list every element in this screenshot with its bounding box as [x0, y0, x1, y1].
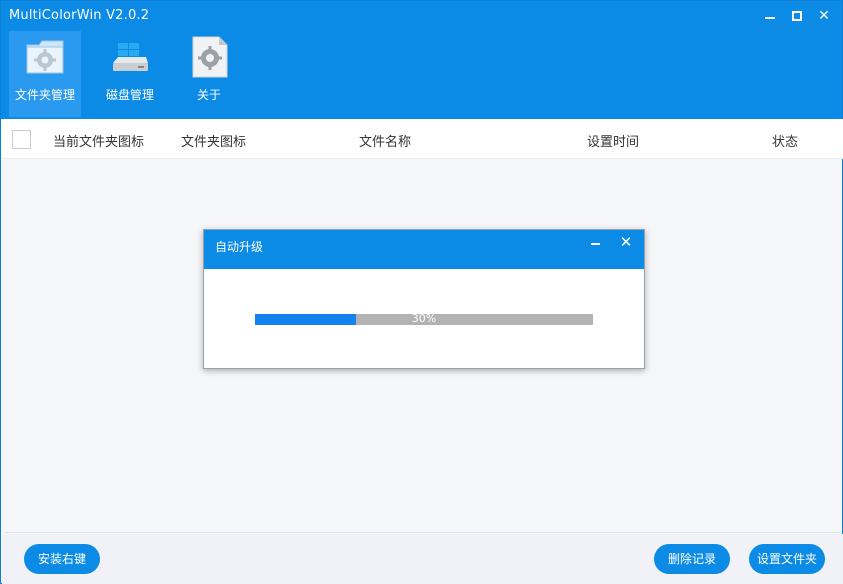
dialog-minimize-button[interactable]: [587, 234, 603, 250]
nav-item-disk-management[interactable]: 磁盘管理: [94, 31, 166, 117]
select-all-checkbox[interactable]: [12, 130, 31, 149]
table-header: 当前文件夹图标 文件夹图标 文件名称 设置时间 状态: [2, 119, 843, 159]
nav-label-about: 关于: [196, 88, 221, 102]
close-button[interactable]: ✕: [813, 5, 835, 27]
footer-bar: 安装右键 删除记录 设置文件夹: [2, 534, 843, 584]
column-header-current-folder-icon[interactable]: 当前文件夹图标: [53, 131, 144, 150]
nav-label-disk-management: 磁盘管理: [105, 88, 154, 102]
app-title: MultiColorWin V2.0.2: [9, 8, 150, 23]
disk-drive-icon: [113, 43, 148, 71]
title-toolbar: MultiColorWin V2.0.2 ✕ 文件夹管理 磁盘管理 关于: [1, 1, 842, 119]
folder-gear-icon: [26, 40, 64, 74]
column-header-file-name[interactable]: 文件名称: [359, 131, 411, 150]
set-folder-button[interactable]: 设置文件夹: [749, 544, 825, 574]
column-header-set-time[interactable]: 设置时间: [587, 131, 639, 150]
maximize-icon: [792, 11, 802, 21]
column-header-status[interactable]: 状态: [772, 131, 798, 150]
progress-text: 30%: [411, 312, 437, 325]
install-context-menu-button[interactable]: 安装右键: [24, 544, 100, 574]
dialog-title: 自动升级: [215, 240, 264, 254]
update-progress-bar: 30%: [255, 312, 593, 325]
nav-item-folder-management[interactable]: 文件夹管理: [9, 31, 81, 117]
close-icon: ✕: [619, 233, 633, 251]
nav-item-about[interactable]: 关于: [173, 31, 245, 117]
minimize-button[interactable]: [759, 5, 781, 27]
auto-update-dialog: 自动升级 ✕ 30%: [203, 229, 645, 369]
column-header-folder-icon[interactable]: 文件夹图标: [181, 131, 246, 150]
minimize-icon: [590, 243, 600, 245]
dialog-titlebar: 自动升级 ✕: [204, 230, 644, 269]
close-icon: ✕: [818, 8, 830, 24]
minimize-icon: [765, 17, 775, 19]
nav-label-folder-management: 文件夹管理: [14, 88, 75, 102]
delete-records-button[interactable]: 删除记录: [654, 544, 730, 574]
maximize-button[interactable]: [786, 5, 808, 27]
about-gear-icon: [192, 36, 228, 78]
dialog-close-button[interactable]: ✕: [618, 233, 634, 251]
main-window: MultiColorWin V2.0.2 ✕ 文件夹管理 磁盘管理 关于 当前文…: [0, 0, 843, 584]
